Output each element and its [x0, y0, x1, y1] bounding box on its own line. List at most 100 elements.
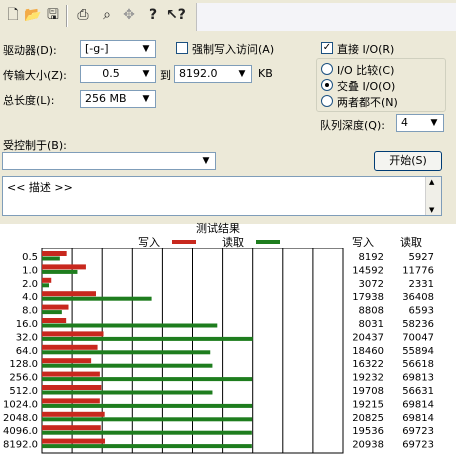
- transfer-size-from-value: 0.5: [102, 67, 120, 80]
- read-bar: [42, 310, 62, 315]
- category-label: 512.0: [9, 386, 38, 397]
- legend-read-swatch: [256, 240, 280, 244]
- write-bar: [42, 358, 92, 364]
- write-value: 14592: [352, 265, 384, 276]
- read-bar: [42, 430, 252, 435]
- neither-label: 两者都不(N): [337, 96, 398, 109]
- save-icon[interactable]: 🖫: [44, 6, 62, 24]
- read-bar: [42, 363, 213, 368]
- read-value: 56631: [402, 386, 434, 397]
- write-value: 19536: [352, 426, 384, 437]
- write-value: 16322: [352, 359, 384, 370]
- category-label: 16.0: [16, 319, 38, 330]
- write-bar: [42, 371, 100, 377]
- category-label: 64.0: [16, 346, 38, 357]
- queue-depth-select[interactable]: 4 ▼: [396, 114, 444, 132]
- read-bar: [42, 390, 213, 395]
- read-value: 36408: [402, 292, 434, 303]
- chevron-down-icon: ▼: [430, 118, 438, 128]
- scroll-up-icon[interactable]: ▲: [429, 178, 434, 186]
- overlapped-io-radio[interactable]: [321, 79, 333, 91]
- open-folder-icon[interactable]: 📂: [24, 6, 42, 24]
- neither-radio[interactable]: [321, 95, 333, 107]
- category-label: 4.0: [22, 292, 38, 303]
- overlapped-io-label: 交叠 I/O(O): [337, 80, 396, 93]
- chevron-down-icon: ▼: [142, 44, 150, 54]
- read-bar: [42, 403, 253, 408]
- write-value: 19215: [352, 399, 384, 410]
- write-bar: [42, 331, 104, 337]
- read-bar: [42, 283, 50, 288]
- new-file-icon[interactable]: 🗋: [4, 6, 22, 24]
- write-value: 8031: [359, 319, 384, 330]
- description-box[interactable]: << 描述 >> ▲ ▼: [2, 176, 442, 216]
- controlled-by-label: 受控制于(B):: [3, 139, 67, 152]
- force-write-label: 强制写入访问(A): [192, 43, 275, 56]
- transfer-size-to-select[interactable]: 8192.0 ▼: [174, 65, 252, 83]
- write-value: 20437: [352, 332, 384, 343]
- read-value: 55894: [402, 346, 434, 357]
- move-icon: ✥: [123, 7, 135, 23]
- force-write-checkbox[interactable]: [176, 42, 188, 54]
- category-label: 4096.0: [3, 426, 38, 437]
- read-bar: [42, 350, 211, 355]
- category-label: 1.0: [22, 265, 38, 276]
- controlled-by-select[interactable]: ▼: [2, 152, 216, 170]
- whats-this-help-icon[interactable]: ↖?: [166, 6, 186, 24]
- write-value: 19708: [352, 386, 384, 397]
- drive-select[interactable]: [-g-] ▼: [80, 40, 156, 58]
- category-label: 32.0: [16, 332, 38, 343]
- read-value: 69814: [402, 413, 434, 424]
- write-bar: [42, 304, 69, 310]
- read-bar: [42, 336, 253, 341]
- description-scrollbar[interactable]: ▲ ▼: [425, 177, 441, 215]
- write-bar: [42, 425, 101, 431]
- help-icon[interactable]: ?: [144, 6, 162, 24]
- print-icon[interactable]: ⎙: [74, 6, 92, 24]
- category-label: 0.5: [22, 252, 38, 263]
- read-value: 11776: [402, 265, 434, 276]
- read-value: 6593: [409, 306, 434, 317]
- read-value: 69813: [402, 373, 434, 384]
- drive-value: [-g-]: [85, 42, 109, 55]
- write-bar: [42, 385, 102, 390]
- category-label: 2048.0: [3, 413, 38, 424]
- write-bar: [42, 264, 86, 270]
- description-text: << 描述 >>: [7, 181, 73, 194]
- read-bar: [42, 296, 152, 301]
- category-label: 2.0: [22, 279, 38, 290]
- io-compare-label: I/O 比较(C): [337, 64, 395, 77]
- write-bar: [42, 251, 67, 256]
- start-button[interactable]: 开始(S): [374, 151, 442, 171]
- scroll-down-icon[interactable]: ▼: [429, 206, 434, 214]
- category-label: 128.0: [9, 359, 38, 370]
- write-value: 20825: [352, 413, 384, 424]
- write-bar: [42, 344, 98, 350]
- write-value: 8192: [359, 252, 384, 263]
- read-value: 2331: [409, 279, 434, 290]
- read-value: 5927: [409, 252, 434, 263]
- read-bar: [42, 323, 218, 328]
- direct-io-checkbox[interactable]: ✓: [321, 42, 333, 54]
- write-value: 20938: [352, 440, 384, 451]
- read-value: 69723: [402, 426, 434, 437]
- read-value: 56618: [402, 359, 434, 370]
- category-label: 1024.0: [3, 399, 38, 410]
- total-length-select[interactable]: 256 MB ▼: [80, 90, 156, 108]
- write-value: 3072: [359, 279, 384, 290]
- read-bar: [42, 256, 60, 261]
- print-preview-icon[interactable]: ⌕: [98, 6, 116, 24]
- read-bar: [42, 377, 253, 382]
- title-area: [196, 3, 456, 31]
- drive-label: 驱动器(D):: [3, 44, 57, 57]
- chevron-down-icon: ▼: [238, 69, 246, 79]
- transfer-size-to-value: 8192.0: [179, 67, 218, 80]
- legend-write-swatch: [172, 240, 196, 244]
- read-bar: [42, 444, 252, 449]
- read-value: 69723: [402, 440, 434, 451]
- transfer-size-from-select[interactable]: 0.5 ▼: [80, 65, 156, 83]
- write-bar: [42, 291, 96, 297]
- io-compare-radio[interactable]: [321, 63, 333, 75]
- queue-depth-label: 队列深度(Q):: [320, 119, 385, 132]
- direct-io-label: 直接 I/O(R): [337, 43, 395, 56]
